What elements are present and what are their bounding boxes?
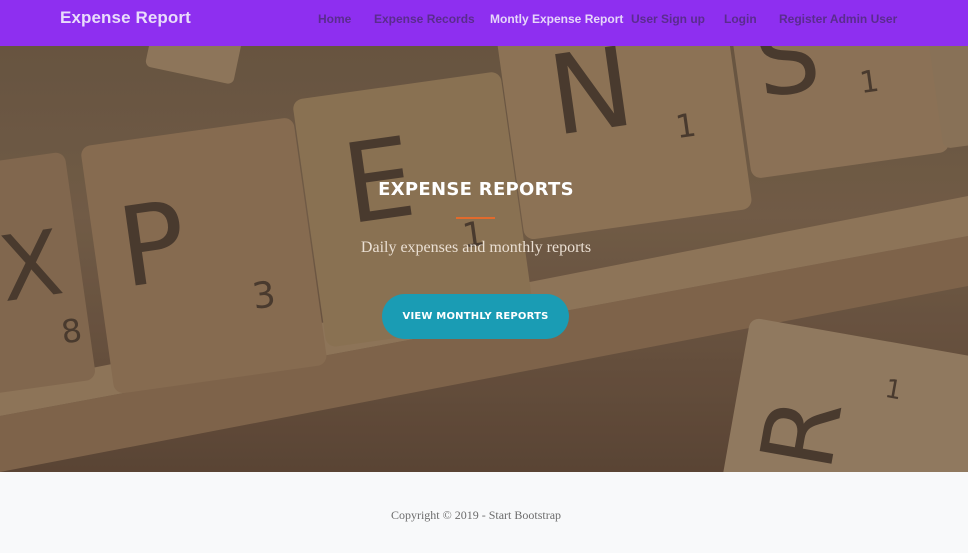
hero-section: X 8 P 3 E 1 N 1 S 1 R 1 EXPENSE REPORTS … [0, 46, 968, 472]
nav-link-expense-records[interactable]: Expense Records [374, 12, 475, 26]
hero-divider [456, 217, 495, 219]
nav-link-register-admin-user[interactable]: Register Admin User [779, 12, 897, 26]
hero-overlay [0, 46, 968, 472]
hero-title: EXPENSE REPORTS [378, 179, 574, 200]
footer: Copyright © 2019 - Start Bootstrap [0, 472, 968, 553]
nav-link-login[interactable]: Login [724, 12, 757, 26]
nav-link-monthly-expense-report[interactable]: Montly Expense Report [490, 12, 623, 26]
navbar: Expense Report Home Expense Records Mont… [0, 0, 968, 46]
footer-copyright: Copyright © 2019 - Start Bootstrap [390, 508, 562, 522]
brand-link[interactable]: Expense Report [60, 8, 191, 28]
nav-link-home[interactable]: Home [318, 12, 351, 26]
view-monthly-reports-button[interactable]: VIEW MONTHLY REPORTS [382, 294, 569, 339]
hero-subtitle: Daily expenses and monthly reports [360, 239, 592, 256]
nav-link-user-sign-up[interactable]: User Sign up [631, 12, 705, 26]
